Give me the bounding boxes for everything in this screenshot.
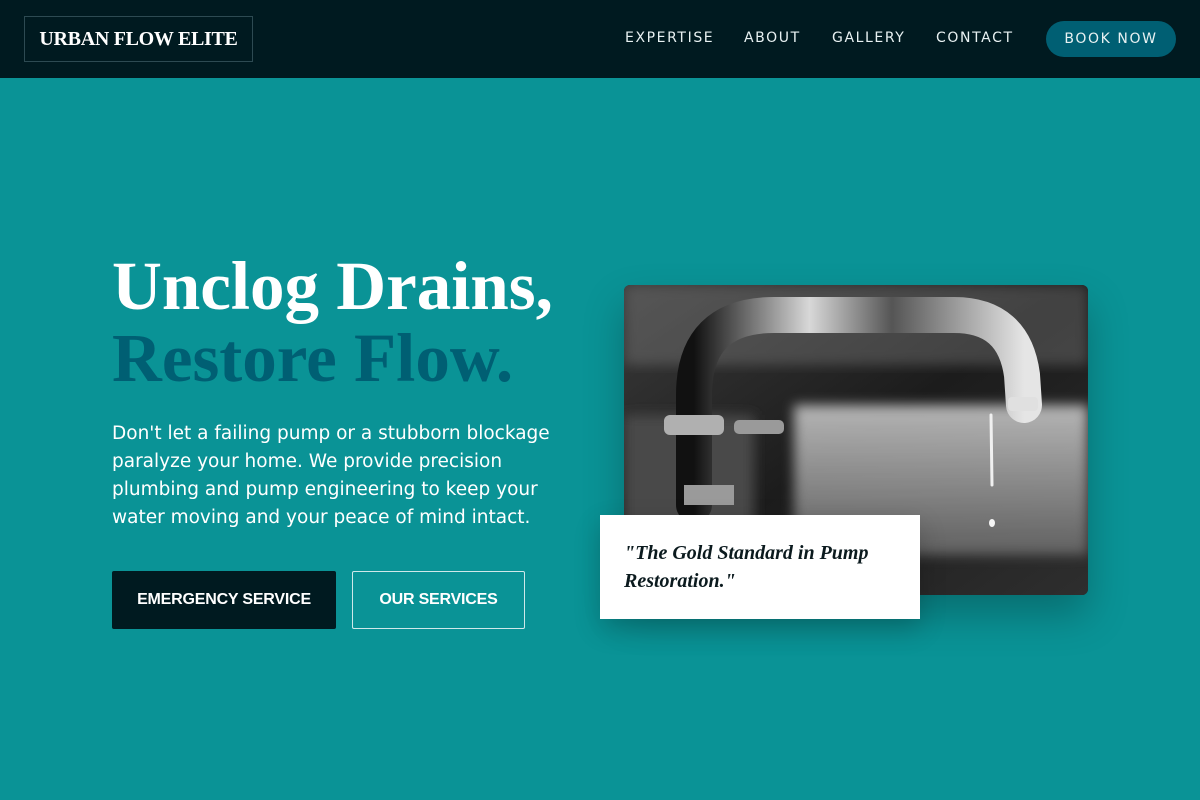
emergency-service-button[interactable]: EMERGENCY SERVICE — [112, 571, 336, 629]
testimonial-quote-card: "The Gold Standard in Pump Restoration." — [600, 515, 920, 619]
our-services-button[interactable]: OUR SERVICES — [352, 571, 525, 629]
top-navigation-bar: URBAN FLOW ELITE EXPERTISE ABOUT GALLERY… — [0, 0, 1200, 78]
brand-logo[interactable]: URBAN FLOW ELITE — [24, 16, 253, 62]
nav-link-about[interactable]: ABOUT — [744, 30, 801, 46]
book-now-button[interactable]: BOOK NOW — [1046, 21, 1176, 57]
headline-line-2: Restore Flow. — [112, 320, 514, 396]
nav-link-gallery[interactable]: GALLERY — [832, 30, 905, 46]
headline-line-1: Unclog Drains, — [112, 248, 553, 324]
nav-link-expertise[interactable]: EXPERTISE — [625, 30, 714, 46]
hero-description: Don't let a failing pump or a stubborn b… — [112, 423, 550, 528]
hero-headline: Unclog Drains, Restore Flow. — [112, 250, 553, 394]
nav-link-contact[interactable]: CONTACT — [936, 30, 1014, 46]
quote-text: "The Gold Standard in Pump Restoration." — [624, 542, 869, 592]
